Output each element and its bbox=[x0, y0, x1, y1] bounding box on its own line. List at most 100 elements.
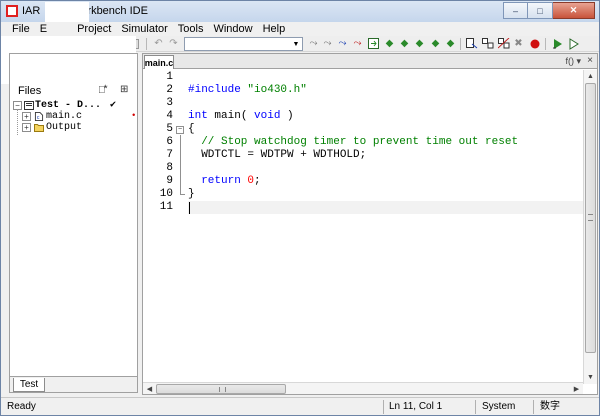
menu-simulator[interactable]: Simulator bbox=[116, 22, 172, 36]
code-line-5: { bbox=[188, 123, 195, 135]
code-line-6: // Stop watchdog timer to prevent time o… bbox=[188, 136, 519, 148]
window-controls: – □ ✕ bbox=[503, 2, 595, 19]
status-bar: Ready Ln 11, Col 1 System 数字 bbox=[1, 397, 599, 415]
menu-edit[interactable]: E bbox=[35, 22, 77, 36]
line-number: 2 bbox=[166, 84, 173, 96]
close-tab-icon[interactable]: × bbox=[587, 55, 593, 66]
prev-bookmark-icon[interactable]: ◆ bbox=[413, 37, 426, 50]
undo-icon[interactable]: ↶ bbox=[152, 37, 165, 50]
tree-row-main-c[interactable]: + c main.c • bbox=[13, 109, 137, 135]
editor-tab-main-c[interactable]: main.c bbox=[144, 55, 174, 69]
stop-build-icon[interactable] bbox=[497, 37, 510, 50]
tree-row-output[interactable]: + Output bbox=[13, 122, 137, 133]
menu-file[interactable]: File bbox=[7, 22, 35, 36]
sort-columns-icon[interactable]: ⅅ⃰ bbox=[98, 85, 106, 96]
redo-icon[interactable]: ↷ bbox=[167, 37, 180, 50]
line-number: 9 bbox=[166, 175, 173, 187]
horizontal-scroll-thumb[interactable] bbox=[156, 384, 286, 394]
expand-icon[interactable]: + bbox=[22, 112, 31, 121]
scroll-up-icon[interactable]: ▲ bbox=[584, 70, 597, 83]
line-number: 10 bbox=[159, 188, 173, 200]
code-line-2: #include "io430.h" bbox=[188, 84, 307, 96]
code-area[interactable]: #include "io430.h" int main( void ) { //… bbox=[188, 70, 583, 384]
workspace-tab-bar: Test bbox=[10, 376, 137, 392]
fold-line bbox=[180, 135, 181, 194]
find-tool-icon[interactable]: ⤳ bbox=[307, 37, 320, 50]
title-mask bbox=[45, 2, 89, 22]
scroll-left-icon[interactable]: ◀ bbox=[143, 382, 156, 395]
expand-icon[interactable]: + bbox=[22, 123, 31, 132]
goto-icon[interactable] bbox=[367, 37, 380, 50]
title-bar: IAR rkbench IDE – □ ✕ bbox=[1, 1, 599, 22]
output-label: Output bbox=[46, 122, 83, 133]
scroll-right-icon[interactable]: ▶ bbox=[570, 382, 583, 395]
scroll-down-icon[interactable]: ▼ bbox=[584, 371, 597, 384]
debug-without-download-icon[interactable] bbox=[567, 37, 580, 50]
navigate-forward-icon[interactable]: ◆ bbox=[444, 37, 457, 50]
status-message: Ready bbox=[7, 401, 36, 412]
breakpoint-icon[interactable] bbox=[528, 37, 541, 50]
maximize-button[interactable]: □ bbox=[528, 2, 553, 19]
code-line-10: } bbox=[188, 188, 195, 200]
chevron-down-icon[interactable]: ▼ bbox=[291, 38, 301, 50]
bookmark-icon[interactable]: ◆ bbox=[383, 37, 396, 50]
code-line-9: return 0; bbox=[188, 175, 261, 187]
make-icon[interactable] bbox=[481, 37, 494, 50]
navigate-back-icon[interactable]: ◆ bbox=[429, 37, 442, 50]
debug-icon[interactable] bbox=[551, 37, 564, 50]
c-file-icon: c bbox=[34, 112, 44, 121]
vertical-scrollbar[interactable]: ▲ ▼ bbox=[583, 70, 597, 384]
line-number: 1 bbox=[166, 71, 173, 83]
find-next-icon[interactable]: ⤳ bbox=[321, 37, 334, 50]
workspace-header: Files ⅅ⃰ ⊞ bbox=[10, 83, 137, 99]
line-number: 8 bbox=[166, 162, 173, 174]
code-line-7: WDTCTL = WDTPW + WDTHOLD; bbox=[188, 149, 367, 161]
project-label: Test - D... bbox=[35, 100, 102, 111]
settings-icon[interactable]: ✖ bbox=[512, 37, 525, 50]
code-line-4: int main( void ) bbox=[188, 110, 294, 122]
fold-end bbox=[180, 194, 185, 195]
files-column-header[interactable]: Files bbox=[18, 85, 41, 97]
fold-collapse-icon[interactable]: − bbox=[176, 126, 184, 134]
line-number-gutter: 1 2 3 4 5 6 7 8 9 10 11 − bbox=[143, 70, 185, 384]
project-tree: − Test - D... ✔ + c main.c • + Output bbox=[13, 100, 137, 135]
iar-app-icon bbox=[6, 5, 18, 17]
svg-text:c: c bbox=[37, 115, 40, 121]
menu-project[interactable]: PProject bbox=[77, 22, 117, 36]
ime-indicator: 数字 bbox=[540, 401, 560, 412]
app-window: IAR rkbench IDE – □ ✕ File E PProject Si… bbox=[0, 0, 600, 416]
menu-help[interactable]: Help bbox=[258, 22, 291, 36]
line-number: 5 bbox=[166, 123, 173, 135]
editor-tab-bar: main.c f() ▾ × bbox=[143, 54, 597, 69]
line-number: 7 bbox=[166, 149, 173, 161]
minimize-button[interactable]: – bbox=[503, 2, 528, 19]
vertical-scroll-thumb[interactable] bbox=[585, 83, 596, 353]
line-number: 3 bbox=[166, 97, 173, 109]
checkmark-icon: ✔ bbox=[110, 100, 117, 111]
options-columns-icon[interactable]: ⊞ bbox=[120, 84, 128, 95]
close-button[interactable]: ✕ bbox=[553, 2, 595, 19]
encoding-indicator: System bbox=[482, 401, 516, 412]
workspace-panel: Files ⅅ⃰ ⊞ − Test - D... ✔ + c main.c • … bbox=[9, 53, 138, 393]
editor-panel: main.c f() ▾ × 1 2 3 4 5 6 7 8 9 10 11 −… bbox=[142, 53, 598, 395]
replace-icon[interactable]: ⤳ bbox=[351, 37, 364, 50]
compile-icon[interactable] bbox=[465, 37, 478, 50]
line-number: 6 bbox=[166, 136, 173, 148]
line-number: 4 bbox=[166, 110, 173, 122]
main-c-label: main.c bbox=[46, 111, 83, 122]
line-number: 11 bbox=[159, 201, 173, 213]
menu-bar: File E PProject Simulator Tools Window H… bbox=[1, 22, 599, 36]
workspace-tab-test[interactable]: Test bbox=[13, 378, 45, 392]
next-bookmark-icon[interactable]: ◆ bbox=[398, 37, 411, 50]
menu-tools[interactable]: Tools bbox=[173, 22, 209, 36]
tree-row-project[interactable]: − Test - D... ✔ bbox=[13, 100, 137, 111]
menu-window[interactable]: Window bbox=[208, 22, 257, 36]
horizontal-scrollbar[interactable]: ◀ ▶ bbox=[143, 382, 583, 394]
function-list-icon[interactable]: f() ▾ bbox=[565, 56, 581, 67]
project-icon bbox=[24, 101, 34, 110]
find-combo[interactable]: ▼ bbox=[184, 37, 303, 51]
modified-marker: • bbox=[131, 111, 137, 121]
cursor-position: Ln 11, Col 1 bbox=[389, 401, 443, 412]
find-in-files-icon[interactable]: ⤳ bbox=[336, 37, 349, 50]
folder-icon bbox=[34, 124, 44, 132]
